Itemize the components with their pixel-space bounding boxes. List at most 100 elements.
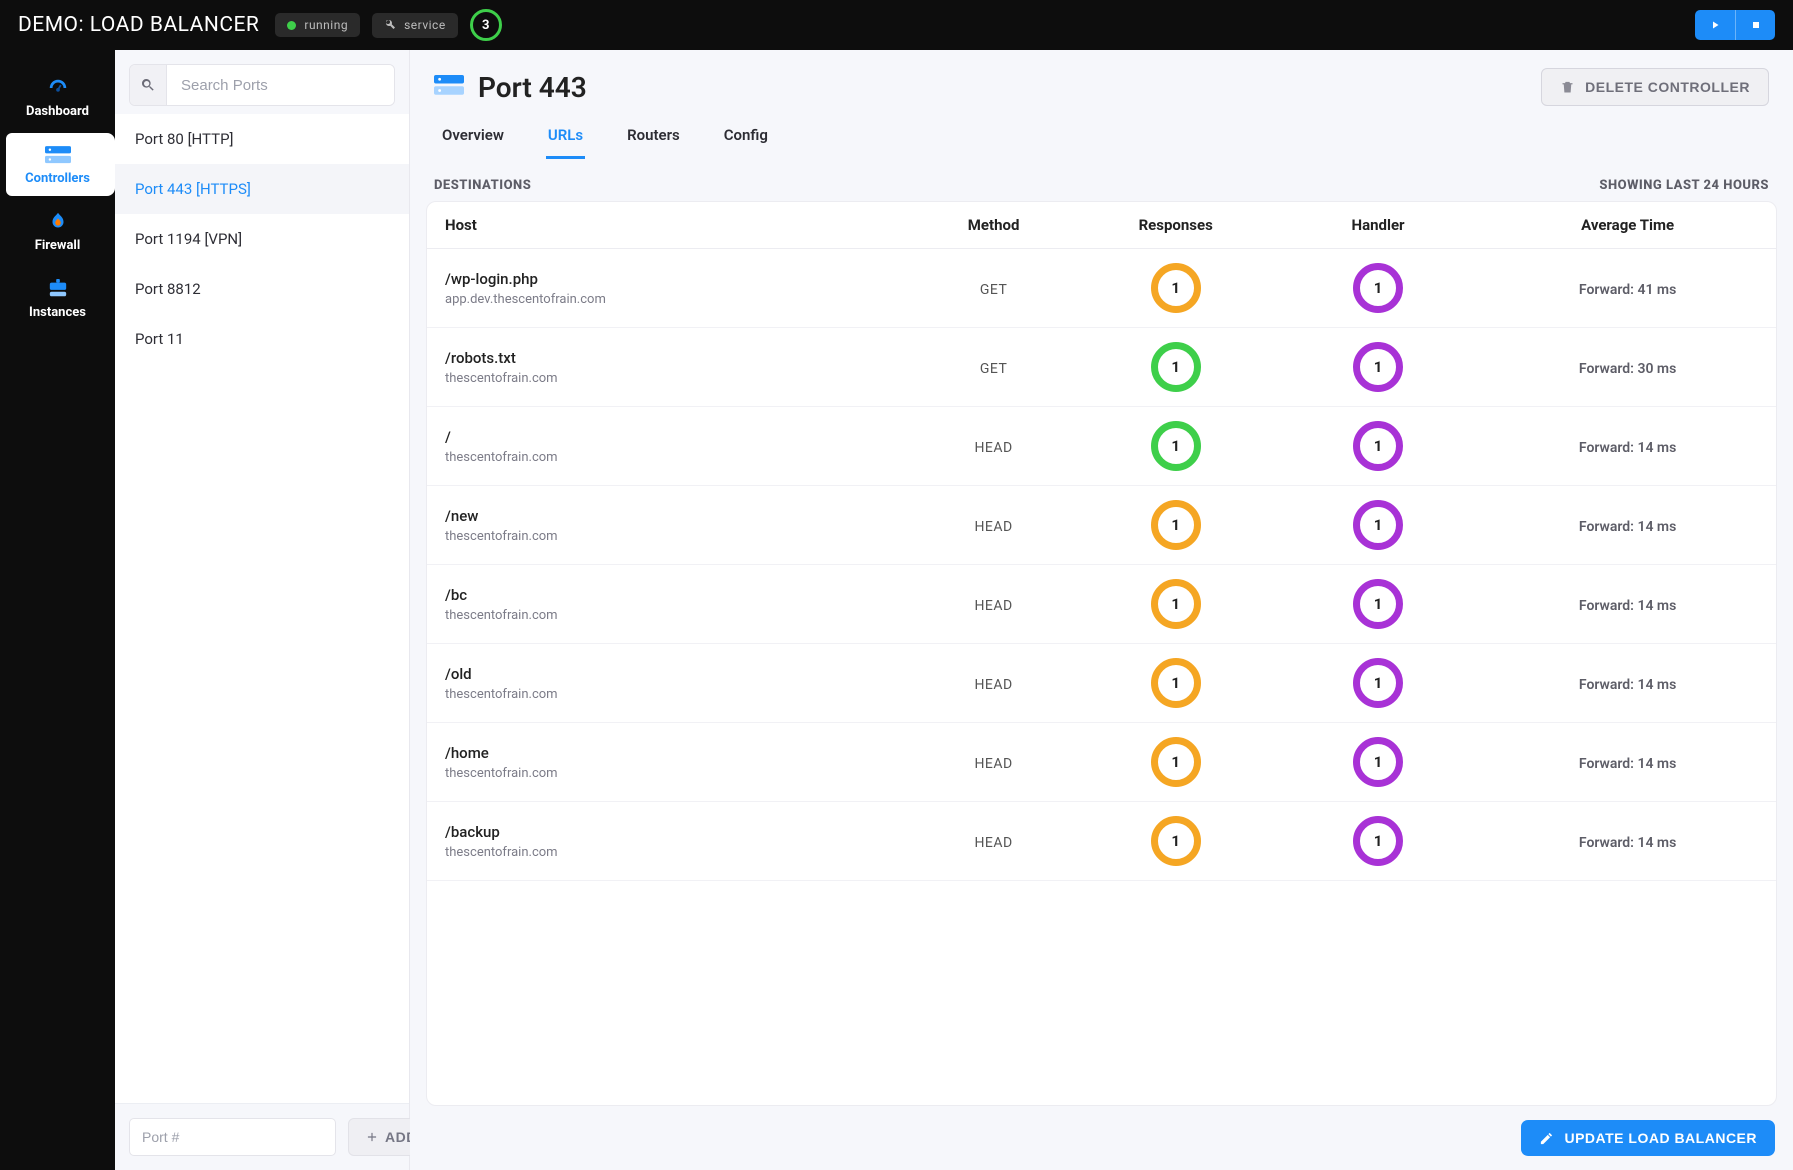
responses-ring: 1: [1151, 579, 1201, 629]
play-button[interactable]: [1695, 10, 1735, 40]
topbar: DEMO: LOAD BALANCER running service 3: [0, 0, 1793, 50]
handler-ring: 1: [1353, 816, 1403, 866]
responses-ring: 1: [1151, 500, 1201, 550]
app-title: DEMO: LOAD BALANCER: [18, 13, 259, 37]
host-domain: thescentofrain.com: [445, 529, 895, 544]
nav-item-label: Dashboard: [26, 104, 89, 119]
responses-ring: 1: [1151, 816, 1201, 866]
method: GET: [980, 282, 1007, 298]
search-input[interactable]: [167, 65, 394, 105]
host-path: /home: [445, 744, 895, 762]
host-path: /wp-login.php: [445, 270, 895, 288]
destinations-table: Host Method Responses Handler Average Ti…: [427, 202, 1776, 881]
table-row[interactable]: /backupthescentofrain.comHEAD11Forward: …: [427, 802, 1776, 881]
nav-item-controllers[interactable]: Controllers: [6, 133, 115, 196]
col-method: Method: [913, 202, 1075, 249]
status-label: running: [304, 18, 348, 32]
host-domain: thescentofrain.com: [445, 687, 895, 702]
tab-config[interactable]: Config: [722, 118, 770, 159]
wrench-icon: [384, 18, 396, 33]
port-item[interactable]: Port 80 [HTTP]: [115, 114, 409, 164]
handler-ring: 1: [1353, 579, 1403, 629]
method: HEAD: [974, 756, 1012, 772]
col-handler: Handler: [1277, 202, 1479, 249]
main-panel: Port 443 DELETE CONTROLLER Overview URLs R…: [410, 50, 1793, 1170]
edit-icon: [1539, 1131, 1554, 1146]
responses-ring: 1: [1151, 263, 1201, 313]
responses-ring: 1: [1151, 658, 1201, 708]
method: HEAD: [974, 598, 1012, 614]
method: HEAD: [974, 677, 1012, 693]
table-row[interactable]: /oldthescentofrain.comHEAD11Forward: 14 …: [427, 644, 1776, 723]
host-path: /bc: [445, 586, 895, 604]
status-pill: running: [275, 13, 360, 37]
controllers-icon: [45, 145, 71, 165]
port-item[interactable]: Port 443 [HTTPS]: [115, 164, 409, 214]
tab-overview[interactable]: Overview: [440, 118, 506, 159]
port-item[interactable]: Port 11: [115, 314, 409, 364]
port-panel: Port 80 [HTTP]Port 443 [HTTPS]Port 1194 …: [115, 50, 410, 1170]
handler-ring: 1: [1353, 658, 1403, 708]
table-row[interactable]: /new thescentofrain.com HEAD 1 1 Forward: 14 …: [427, 486, 1776, 565]
handler-ring: 1: [1353, 500, 1403, 550]
host-domain: thescentofrain.com: [445, 608, 895, 623]
host-domain: app.dev.thescentofrain.com: [445, 292, 895, 307]
nav-item-label: Firewall: [35, 238, 81, 253]
responses-ring: 1: [1151, 342, 1201, 392]
host-path: /old: [445, 665, 895, 683]
server-icon: [434, 75, 464, 100]
search-icon: [130, 65, 167, 105]
method: HEAD: [974, 519, 1012, 535]
nav-item-dashboard[interactable]: Dashboard: [6, 66, 109, 129]
host-domain: thescentofrain.com: [445, 766, 895, 781]
avg-time: Forward: 14 ms: [1579, 519, 1676, 535]
handler-ring: 1: [1353, 263, 1403, 313]
table-row[interactable]: /robots.txtthescentofrain.comGET11Forwar…: [427, 328, 1776, 407]
host-path: /new: [445, 507, 895, 525]
search-box: [129, 64, 395, 106]
delete-controller-label: DELETE CONTROLLER: [1585, 79, 1750, 95]
nav-item-label: Instances: [29, 305, 86, 320]
col-avg: Average Time: [1479, 202, 1776, 249]
tabs: Overview URLs Routers Config: [410, 112, 1793, 160]
topbar-actions: [1695, 10, 1775, 40]
method: GET: [980, 361, 1007, 377]
avg-time: Forward: 14 ms: [1579, 440, 1676, 456]
delete-controller-button[interactable]: DELETE CONTROLLER: [1541, 68, 1769, 106]
method: HEAD: [974, 440, 1012, 456]
handler-ring: 1: [1353, 737, 1403, 787]
instances-icon: [45, 279, 71, 299]
plus-icon: [365, 1130, 379, 1144]
handler-ring: 1: [1353, 421, 1403, 471]
host-path: /robots.txt: [445, 349, 895, 367]
avg-time: Forward: 14 ms: [1579, 598, 1676, 614]
stop-button[interactable]: [1735, 10, 1775, 40]
host-domain: thescentofrain.com: [445, 845, 895, 860]
table-row[interactable]: /thescentofrain.comHEAD11Forward: 14 ms: [427, 407, 1776, 486]
col-responses: Responses: [1075, 202, 1277, 249]
tab-urls[interactable]: URLs: [546, 118, 585, 159]
range-label: SHOWING LAST 24 HOURS: [1599, 178, 1769, 193]
update-button[interactable]: UPDATE LOAD BALANCER: [1521, 1120, 1775, 1156]
responses-ring: 1: [1151, 421, 1201, 471]
handler-ring: 1: [1353, 342, 1403, 392]
left-nav: Dashboard Controllers Firewall Instances: [0, 50, 115, 1170]
host-path: /: [445, 428, 895, 446]
nav-item-firewall[interactable]: Firewall: [6, 200, 109, 263]
port-item[interactable]: Port 8812: [115, 264, 409, 314]
table-row[interactable]: /wp-login.php app.dev.thescentofrain.com G…: [427, 249, 1776, 328]
section-title: DESTINATIONS: [434, 178, 531, 193]
nav-item-label: Controllers: [25, 171, 90, 186]
new-port-input[interactable]: [129, 1118, 336, 1156]
col-host: Host: [427, 202, 913, 249]
page-title: Port 443: [478, 71, 587, 104]
tab-routers[interactable]: Routers: [625, 118, 682, 159]
type-label: service: [404, 18, 446, 32]
port-list: Port 80 [HTTP]Port 443 [HTTPS]Port 1194 …: [115, 114, 409, 1103]
avg-time: Forward: 14 ms: [1579, 756, 1676, 772]
table-row[interactable]: /bc thescentofrain.com HEAD 1 1 Forward: 14 m…: [427, 565, 1776, 644]
table-row[interactable]: /homethescentofrain.comHEAD11Forward: 14…: [427, 723, 1776, 802]
nav-item-instances[interactable]: Instances: [6, 267, 109, 330]
method: HEAD: [974, 835, 1012, 851]
port-item[interactable]: Port 1194 [VPN]: [115, 214, 409, 264]
